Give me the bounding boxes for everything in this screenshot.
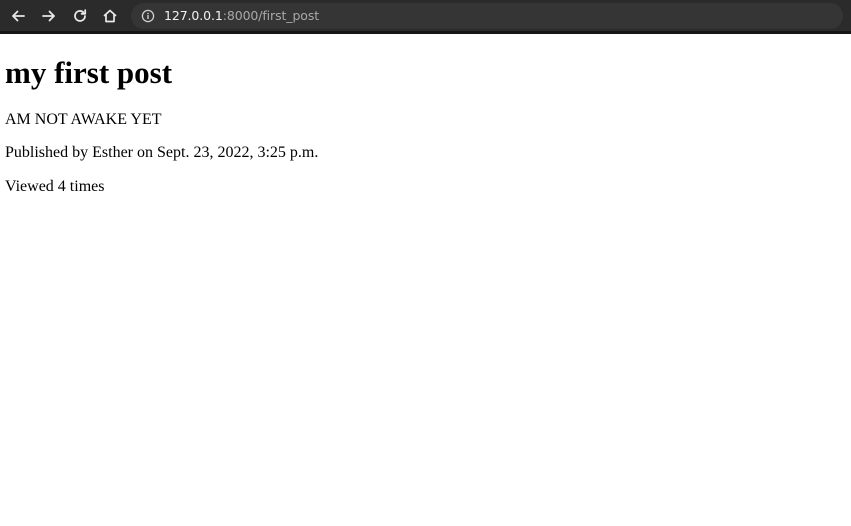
url-path: :8000/first_post <box>222 8 320 23</box>
reload-button[interactable] <box>70 6 90 26</box>
post-published-info: Published by Esther on Sept. 23, 2022, 3… <box>5 144 319 161</box>
browser-toolbar: 127.0.0.1:8000/first_post <box>0 0 851 34</box>
home-button[interactable] <box>100 6 120 26</box>
arrow-back-icon <box>10 8 26 24</box>
reload-icon <box>72 8 88 24</box>
home-icon <box>102 8 118 24</box>
post-view-count: Viewed 4 times <box>5 178 105 195</box>
url-text[interactable]: 127.0.0.1:8000/first_post <box>164 8 319 24</box>
info-icon[interactable] <box>141 9 155 23</box>
arrow-forward-icon <box>41 8 57 24</box>
address-bar[interactable]: 127.0.0.1:8000/first_post <box>131 3 843 29</box>
url-host: 127.0.0.1 <box>164 8 223 23</box>
post-title: my first post <box>5 55 173 90</box>
back-button[interactable] <box>8 6 28 26</box>
post-body: AM NOT AWAKE YET <box>5 111 162 128</box>
forward-button[interactable] <box>39 6 59 26</box>
